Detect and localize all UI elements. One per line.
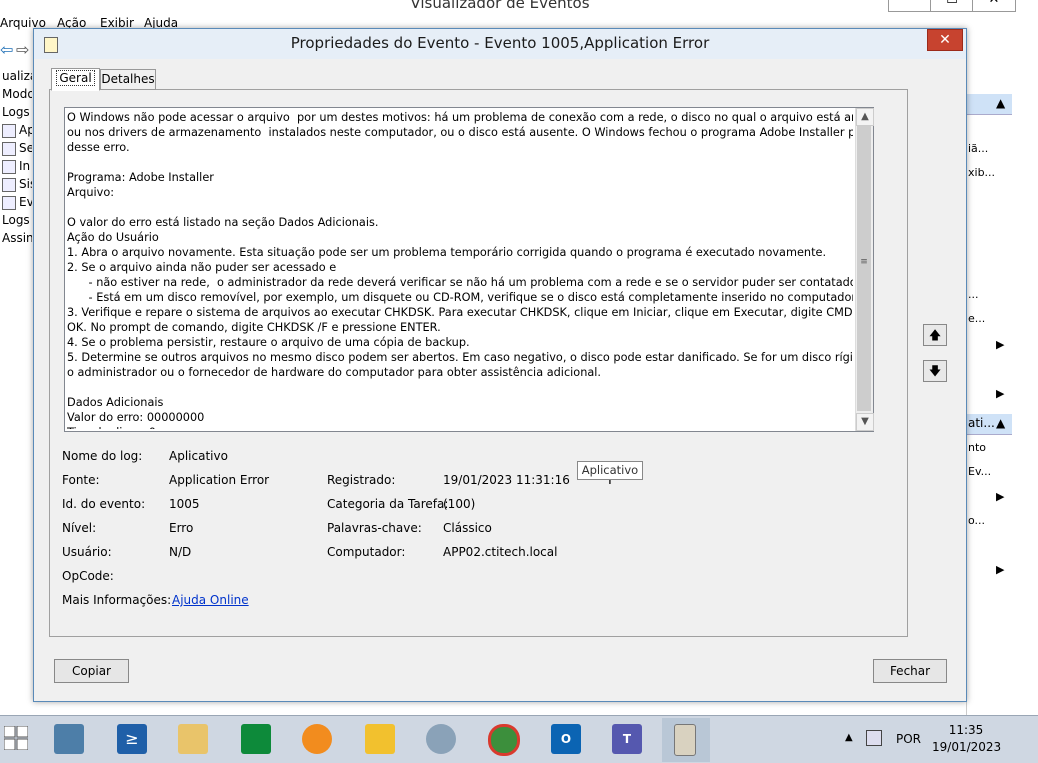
log-name-label: Nome do log: (62, 449, 143, 463)
log-name-value[interactable]: Aplicativo (169, 449, 228, 463)
close-dialog-button[interactable]: Fechar (873, 659, 947, 683)
server-manager-icon[interactable] (54, 724, 84, 754)
dialog-title: Propriedades do Evento - Evento 1005,App… (290, 34, 710, 52)
log-icon (2, 195, 16, 210)
scroll-thumb[interactable] (857, 126, 871, 411)
tab-detalhes[interactable]: Detalhes (100, 69, 156, 90)
clock-time[interactable]: 11:35 (938, 723, 994, 737)
opcode-label: OpCode: (62, 569, 114, 583)
copy-button[interactable]: Copiar (54, 659, 129, 683)
back-arrow-icon[interactable]: ⇦ (0, 40, 13, 59)
outlook-icon[interactable]: O (551, 724, 581, 754)
network-icon[interactable] (866, 730, 882, 746)
logged-label: Registrado: (327, 473, 396, 487)
submenu-arrow-icon: ▶ (996, 338, 1005, 351)
grip-icon: ≡ (860, 257, 868, 267)
file-explorer-icon[interactable] (178, 724, 208, 754)
chrome-icon[interactable] (488, 724, 520, 756)
actions-header-2[interactable]: ati... ▲ (966, 414, 1012, 435)
event-id-value[interactable]: 1005 (169, 497, 200, 511)
computer-label: Computador: (327, 545, 406, 559)
submenu-arrow-icon: ▶ (996, 387, 1005, 400)
services-gear-icon[interactable] (426, 724, 456, 754)
teams-icon[interactable]: T (612, 724, 642, 754)
previous-event-button[interactable]: 🡅 (923, 324, 947, 346)
maximize-button[interactable]: ☐ (930, 0, 974, 12)
close-button[interactable]: ✕ (972, 0, 1016, 12)
show-hidden-icons-icon[interactable]: ▲ (845, 732, 853, 743)
action-item[interactable]: nto (968, 441, 986, 454)
event-viewer-title: Visualizador de Eventos (410, 0, 590, 12)
tree-item[interactable]: Logs d (2, 213, 32, 227)
user-value[interactable]: N/D (169, 545, 191, 559)
submenu-arrow-icon: ▶ (996, 563, 1005, 576)
tree-item[interactable]: In (2, 159, 32, 174)
source-label: Fonte: (62, 473, 100, 487)
tooltip: Aplicativo (577, 461, 643, 480)
powershell-icon[interactable]: ≥ (117, 724, 147, 754)
dialog-close-button[interactable]: ✕ (927, 29, 963, 51)
submenu-arrow-icon: ▶ (996, 490, 1005, 503)
collapse-icon: ▲ (996, 416, 1006, 430)
action-item[interactable]: ... (968, 288, 979, 301)
action-item[interactable]: o... (968, 514, 985, 527)
collapse-icon: ▲ (996, 96, 1006, 110)
keywords-value[interactable]: Clássico (443, 521, 492, 535)
task-category-label: Categoria da Tarefa: (327, 497, 449, 511)
description-scrollbar[interactable]: ▲ ≡ ▼ (855, 108, 874, 431)
action-item[interactable]: iã... (968, 142, 988, 155)
taskbar: ≥ O T ▲ POR 11:35 19/01/2023 (0, 715, 1038, 763)
store-icon[interactable] (241, 724, 271, 754)
scroll-up-icon[interactable]: ▲ (856, 108, 874, 126)
log-icon (2, 177, 16, 192)
log-icon (2, 123, 16, 138)
event-viewer-taskbar-icon[interactable] (674, 724, 696, 756)
actions-header[interactable]: ▲ (966, 94, 1012, 115)
level-value[interactable]: Erro (169, 521, 193, 535)
firefox-icon[interactable] (302, 724, 332, 754)
scroll-down-icon[interactable]: ▼ (856, 413, 874, 431)
tree-item[interactable]: Ap (2, 123, 32, 138)
task-category-value[interactable]: (100) (443, 497, 475, 511)
log-icon (2, 159, 16, 174)
online-help-link[interactable]: Ajuda Online (172, 593, 249, 607)
computer-value[interactable]: APP02.ctitech.local (443, 545, 557, 559)
logged-value[interactable]: 19/01/2023 11:31:16 (443, 473, 570, 487)
tab-geral[interactable]: Geral (51, 68, 100, 91)
source-value[interactable]: Application Error (169, 473, 269, 487)
user-label: Usuário: (62, 545, 112, 559)
event-properties-dialog: Propriedades do Evento - Evento 1005,App… (33, 28, 967, 702)
more-info-label: Mais Informações: (62, 593, 172, 607)
tree-item[interactable]: Logs o (2, 105, 32, 119)
event-id-label: Id. do evento: (62, 497, 146, 511)
action-item[interactable]: Ev... (968, 465, 991, 478)
tree-item[interactable]: Sis (2, 177, 32, 192)
description-textbox[interactable]: O Windows não pode acessar o arquivo por… (64, 107, 874, 432)
tree-item[interactable]: Se (2, 141, 32, 156)
keywords-label: Palavras-chave: (327, 521, 422, 535)
puzzle-icon[interactable] (365, 724, 395, 754)
tree-item[interactable]: Ev (2, 195, 32, 210)
description-text[interactable]: O Windows não pode acessar o arquivo por… (67, 110, 853, 429)
log-icon (2, 141, 16, 156)
clock-date[interactable]: 19/01/2023 (932, 740, 1001, 754)
tree-item[interactable]: ualizac (2, 69, 32, 83)
start-windows-icon[interactable] (3, 725, 29, 751)
language-indicator[interactable]: POR (896, 732, 921, 746)
level-label: Nível: (62, 521, 97, 535)
forward-arrow-icon[interactable]: ⇨ (16, 40, 29, 59)
tree-item[interactable]: Assina (2, 231, 32, 245)
tree-item[interactable]: Modo (2, 87, 32, 101)
action-item[interactable]: e... (968, 312, 985, 325)
action-item[interactable]: xib... (968, 166, 995, 179)
minimize-button[interactable]: — (888, 0, 932, 12)
next-event-button[interactable]: 🡇 (923, 360, 947, 382)
